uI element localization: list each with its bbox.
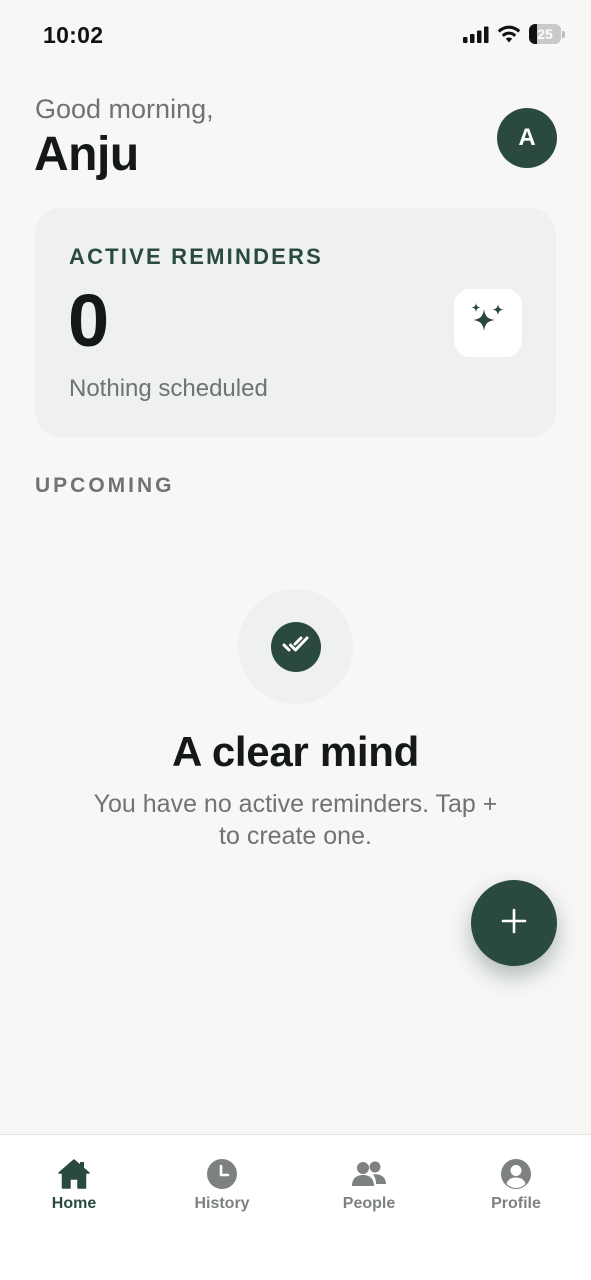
- battery-body: 25: [529, 24, 561, 44]
- nav-item-people[interactable]: People: [309, 1157, 429, 1217]
- active-reminders-card: ACTIVE REMINDERS 0 Nothing scheduled: [35, 208, 556, 437]
- home-screen: 10:02 25 Good morning, Anju A ACTIVE REM…: [0, 0, 591, 1280]
- status-bar: 10:02 25: [0, 0, 591, 70]
- signal-icon: [463, 26, 489, 43]
- nav-label-home: Home: [51, 1195, 97, 1212]
- status-time: 10:02: [43, 22, 104, 48]
- people-icon: [351, 1157, 387, 1191]
- sparkles-button[interactable]: [454, 289, 522, 357]
- nav-label-people: People: [342, 1195, 396, 1212]
- nav-item-profile[interactable]: Profile: [456, 1157, 576, 1217]
- status-icons: 25: [463, 24, 565, 44]
- empty-state-icon-inner: [270, 621, 321, 672]
- double-check-icon: [281, 633, 311, 660]
- nav-label-history: History: [194, 1195, 250, 1212]
- battery-cap: [562, 31, 565, 38]
- sparkles-icon: [468, 301, 508, 346]
- user-name: Anju: [34, 128, 139, 181]
- active-reminders-title: ACTIVE REMINDERS: [69, 244, 323, 269]
- plus-icon: [500, 907, 528, 940]
- active-reminders-subtitle: Nothing scheduled: [69, 375, 268, 402]
- nav-label-profile: Profile: [491, 1195, 541, 1212]
- greeting-text: Good morning,: [35, 94, 214, 124]
- home-icon: [57, 1157, 91, 1191]
- nav-item-history[interactable]: History: [162, 1157, 282, 1217]
- empty-state-icon-circle: [238, 589, 353, 704]
- empty-state-title: A clear mind: [172, 728, 419, 775]
- add-reminder-button[interactable]: [471, 880, 557, 966]
- battery-icon: 25: [529, 24, 565, 44]
- profile-icon: [500, 1157, 532, 1191]
- empty-state-text: You have no active reminders. Tap + to c…: [93, 790, 498, 850]
- clock-icon: [206, 1157, 238, 1191]
- battery-level: 25: [537, 26, 553, 42]
- avatar[interactable]: A: [497, 108, 557, 168]
- upcoming-label: UPCOMING: [35, 474, 175, 497]
- bottom-nav: Home History People Profile: [0, 1134, 591, 1280]
- active-reminders-count: 0: [68, 279, 110, 362]
- nav-item-home[interactable]: Home: [14, 1157, 134, 1217]
- wifi-icon: [497, 25, 521, 43]
